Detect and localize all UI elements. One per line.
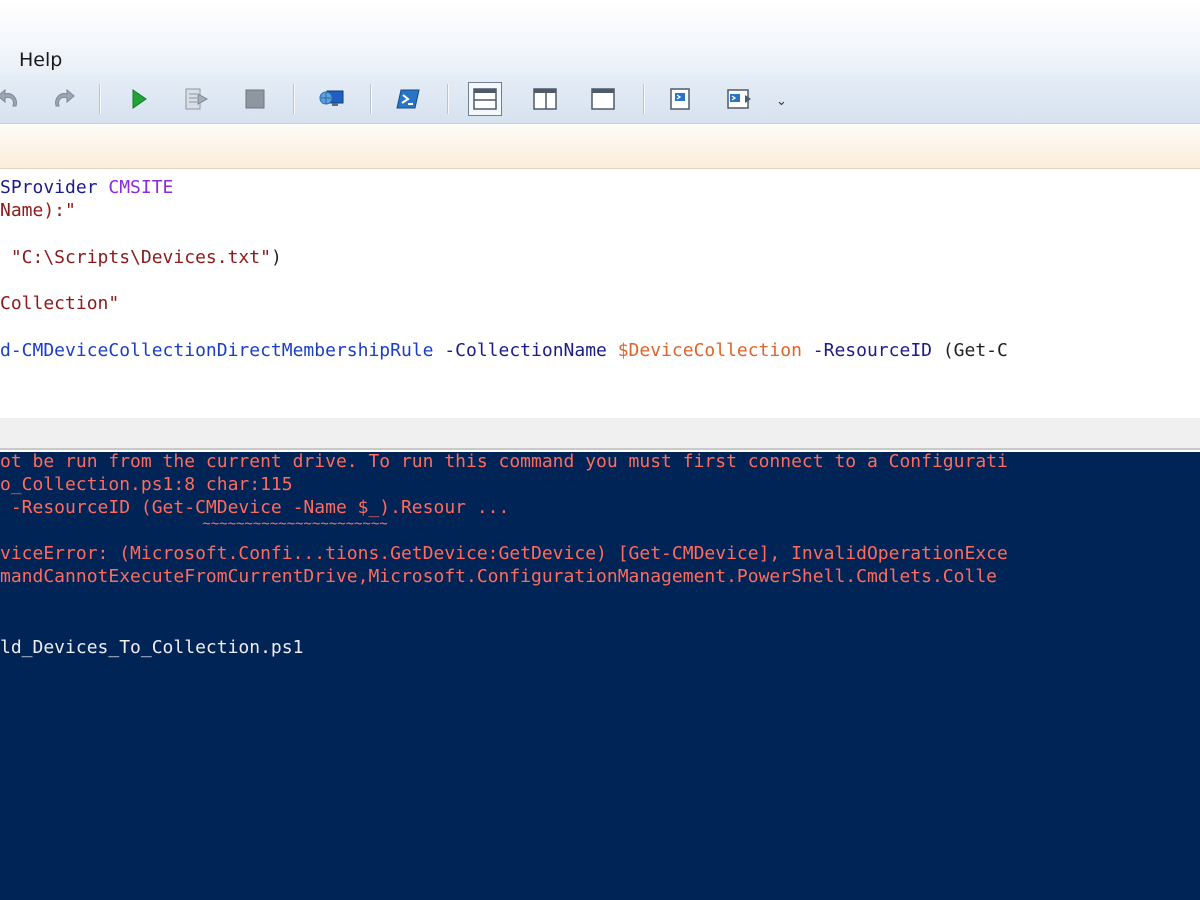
code-token: (Get-C	[932, 340, 1008, 361]
toolbar-separator	[643, 84, 644, 114]
menu-bar: Help	[0, 44, 1200, 74]
console-error-underline: ~~~~~~~~~~~~~~~~~~~~~~	[0, 516, 388, 532]
layout-right-icon	[533, 88, 557, 110]
run-selection-button[interactable]	[179, 82, 213, 116]
code-token: -ResourceID	[801, 340, 932, 361]
layout-top-icon	[473, 88, 497, 110]
remote-powershell-button[interactable]	[315, 82, 349, 116]
code-token: -CollectionName	[433, 340, 607, 361]
console-pane[interactable]: ot be run from the current drive. To run…	[0, 452, 1200, 900]
notification-bar	[0, 125, 1200, 169]
run-icon	[132, 89, 147, 109]
redo-button[interactable]	[46, 82, 80, 116]
code-line-2: Name):"	[0, 199, 76, 222]
title-area	[0, 0, 1200, 44]
commands-icon	[670, 88, 690, 110]
addon-icon	[727, 89, 751, 109]
code-token: Name):"	[0, 200, 76, 221]
undo-icon	[0, 88, 17, 107]
menu-help[interactable]: Help	[19, 49, 62, 71]
toolbar-separator	[447, 84, 448, 114]
editor-scrollbar-area[interactable]	[0, 418, 1200, 450]
code-token: $DeviceCollection	[606, 340, 802, 361]
code-token: "C:\Scripts\Devices.txt"	[0, 247, 271, 268]
undo-button[interactable]	[0, 82, 26, 116]
console-prompt-line: ld_Devices_To_Collection.ps1	[0, 637, 304, 658]
run-script-button[interactable]	[121, 82, 155, 116]
powershell-console-button[interactable]	[391, 82, 425, 116]
code-token: d-CMDeviceCollectionDirectMembershipRule	[0, 340, 434, 361]
code-token: SProvider	[0, 177, 109, 198]
toolbar	[0, 74, 1200, 124]
console-error-line: mandCannotExecuteFromCurrentDrive,Micros…	[0, 566, 997, 587]
toolbar-separator	[99, 84, 100, 114]
show-script-top-button[interactable]	[468, 82, 502, 116]
show-addon-button[interactable]	[723, 82, 757, 116]
run-selection-icon	[185, 88, 209, 110]
show-commands-button[interactable]	[664, 82, 698, 116]
code-line-3: "C:\Scripts\Devices.txt")	[0, 246, 282, 269]
code-line-5: d-CMDeviceCollectionDirectMembershipRule…	[0, 339, 1008, 362]
code-token: Collection"	[0, 293, 120, 314]
code-token: )	[270, 247, 282, 268]
redo-icon	[55, 88, 75, 107]
stop-icon	[245, 89, 265, 109]
code-line-4: Collection"	[0, 292, 119, 315]
powershell-icon	[396, 89, 420, 109]
console-error-line: ot be run from the current drive. To run…	[0, 452, 1008, 472]
stop-button[interactable]	[238, 82, 272, 116]
show-script-right-button[interactable]	[528, 82, 562, 116]
code-line-1: SProvider CMSITE	[0, 176, 173, 199]
show-script-maximized-button[interactable]	[586, 82, 620, 116]
code-token: CMSITE	[108, 177, 174, 198]
toolbar-overflow-icon[interactable]: ⌄	[776, 94, 787, 109]
layout-max-icon	[591, 88, 615, 110]
remote-icon	[319, 90, 344, 106]
toolbar-separator	[293, 84, 294, 114]
console-error-line: o_Collection.ps1:8 char:115	[0, 474, 293, 495]
toolbar-separator	[370, 84, 371, 114]
script-editor[interactable]: SProvider CMSITE Name):" "C:\Scripts\Dev…	[0, 170, 1200, 418]
console-error-line: viceError: (Microsoft.Confi...tions.GetD…	[0, 543, 1008, 564]
